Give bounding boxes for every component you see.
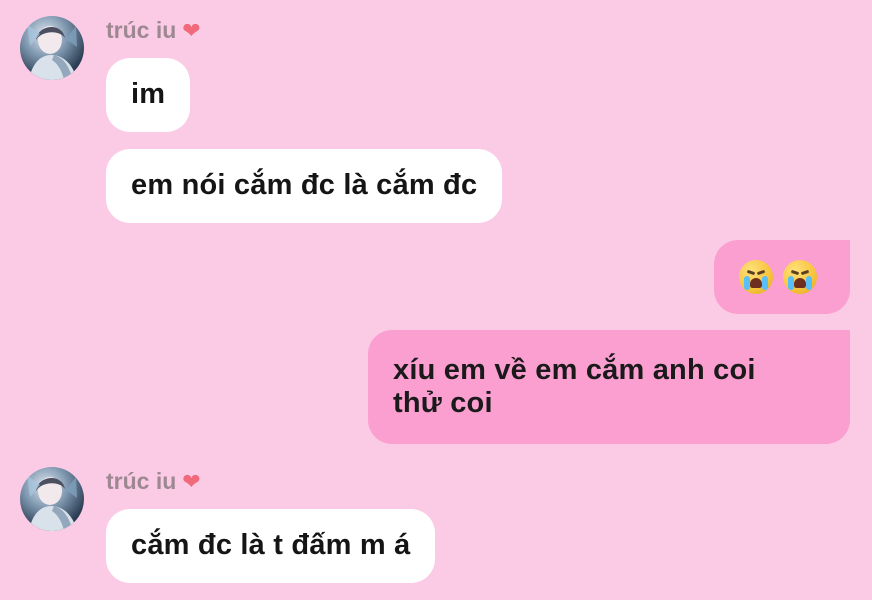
loudly-crying-face-icon	[783, 260, 817, 294]
message-bubble[interactable]: im	[106, 58, 191, 132]
sender-name: trúc iu ❤	[106, 470, 201, 493]
heart-icon: ❤	[182, 17, 201, 43]
emoji-row	[739, 260, 817, 294]
chat-thread: trúc iu ❤ im em nói cắm đc là cắm đc 😭 😭…	[0, 0, 872, 600]
message-bubble-emoji[interactable]: 😭 😭	[714, 240, 850, 314]
sender-name: trúc iu ❤	[106, 19, 201, 42]
message-text: em nói cắm đc là cắm đc	[131, 169, 478, 202]
message-text: xíu em về em cắm anh coi thử coi	[393, 353, 756, 419]
message-text: im	[131, 78, 166, 111]
message-bubble[interactable]: em nói cắm đc là cắm đc	[106, 149, 503, 223]
heart-icon: ❤	[182, 468, 201, 494]
avatar[interactable]	[20, 16, 84, 80]
message-bubble[interactable]: xíu em về em cắm anh coi thử coi	[368, 330, 850, 444]
loudly-crying-face-icon	[739, 260, 773, 294]
sender-name-label: trúc iu	[106, 17, 177, 43]
message-bubble[interactable]: cắm đc là t đấm m á	[106, 509, 436, 583]
avatar[interactable]	[20, 467, 84, 531]
sender-name-label: trúc iu	[106, 468, 177, 494]
message-text: cắm đc là t đấm m á	[131, 529, 411, 562]
